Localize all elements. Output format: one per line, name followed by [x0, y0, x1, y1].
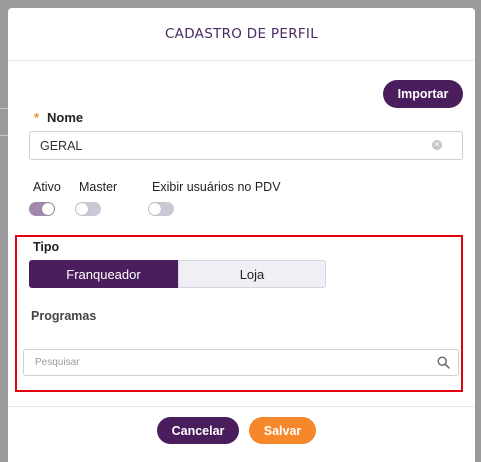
modal-header: CADASTRO DE PERFIL	[8, 8, 475, 61]
nome-input[interactable]: GERAL	[29, 131, 463, 160]
programas-label: Programas	[31, 309, 97, 323]
clear-icon[interactable]: ✕	[432, 140, 442, 150]
nome-label: Nome	[47, 110, 84, 125]
modal-title: CADASTRO DE PERFIL	[164, 26, 319, 42]
import-button[interactable]: Importar	[383, 80, 463, 108]
ativo-toggle[interactable]	[29, 202, 55, 216]
tipo-option-label: Franqueador	[66, 266, 141, 282]
exibir-pdv-label: Exibir usuários no PDV	[152, 180, 281, 194]
save-button[interactable]: Salvar	[249, 417, 316, 444]
required-marker: *	[34, 110, 40, 125]
tipo-option-loja[interactable]: Loja	[178, 260, 326, 288]
exibir-pdv-toggle[interactable]	[148, 202, 174, 216]
ativo-label: Ativo	[33, 180, 61, 194]
search-icon[interactable]	[437, 356, 450, 369]
profile-modal: CADASTRO DE PERFIL Importar * Nome GERAL…	[8, 8, 475, 462]
backdrop-divider	[0, 135, 8, 136]
footer-divider	[8, 406, 475, 407]
backdrop-divider	[0, 108, 8, 109]
programas-search	[23, 349, 459, 376]
master-label: Master	[79, 180, 118, 194]
toggle-knob	[76, 203, 88, 215]
toggle-knob	[149, 203, 161, 215]
tipo-option-franqueador[interactable]: Franqueador	[29, 260, 178, 288]
tipo-label: Tipo	[33, 240, 60, 254]
toggle-knob	[42, 203, 54, 215]
master-toggle[interactable]	[75, 202, 101, 216]
nome-input-value: GERAL	[40, 138, 83, 153]
search-input[interactable]	[33, 356, 417, 369]
tipo-option-label: Loja	[239, 266, 265, 282]
cancel-button[interactable]: Cancelar	[157, 417, 239, 444]
